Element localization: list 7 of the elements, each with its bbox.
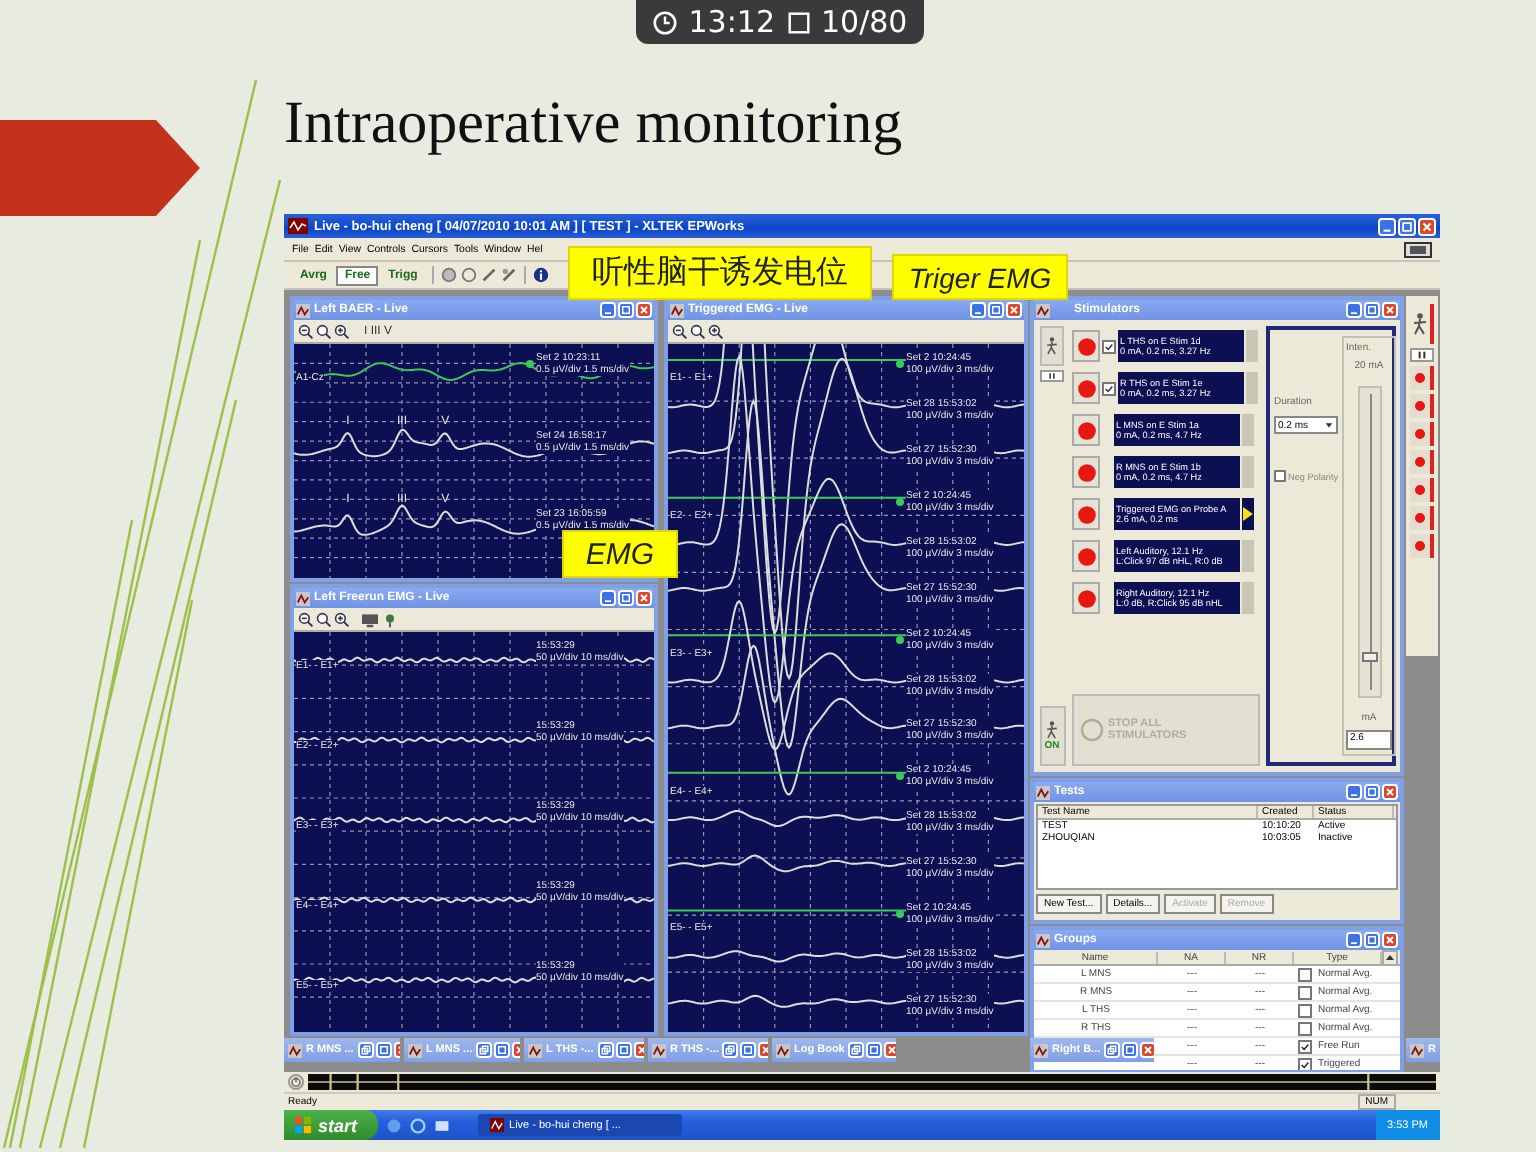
callout-label: EMG xyxy=(562,530,678,578)
time-text: 13:12 xyxy=(688,4,775,40)
start-button[interactable]: start xyxy=(284,1110,378,1140)
slide-title: Intraoperative monitoring xyxy=(284,88,905,160)
callout-label: Triger EMG xyxy=(892,254,1068,300)
callout-label: 听性脑干诱发电位 xyxy=(568,246,872,300)
page-counter: 10/80 xyxy=(821,4,908,40)
